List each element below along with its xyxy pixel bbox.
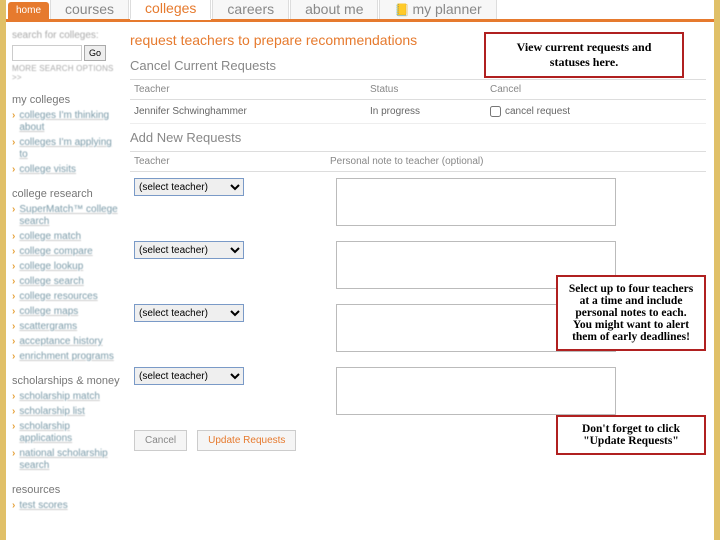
sidebar-item[interactable]: › scholarship applications	[12, 421, 120, 445]
sidebar-group-college-research: college research › SuperMatch™ college se…	[12, 188, 120, 363]
sidebar-item[interactable]: › college resources	[12, 291, 120, 303]
col-cancel: Cancel	[490, 84, 706, 95]
nav-courses[interactable]: courses	[50, 0, 129, 19]
sidebar-item-label: scholarship list	[19, 406, 85, 418]
sidebar-item-label: college match	[19, 231, 81, 243]
cancel-request-checkbox[interactable]	[490, 106, 501, 117]
sidebar-heading: scholarships & money	[12, 375, 120, 387]
sidebar-item-label: college resources	[19, 291, 97, 303]
col-teacher: Teacher	[130, 84, 370, 95]
sidebar-item-label: national scholarship search	[19, 448, 120, 472]
sidebar-item-label: college visits	[19, 164, 76, 176]
sidebar-item[interactable]: › scholarship match	[12, 391, 120, 403]
cancel-button[interactable]: Cancel	[134, 430, 187, 451]
chevron-icon: ›	[12, 336, 15, 348]
sidebar-item[interactable]: › enrichment programs	[12, 351, 120, 363]
nav-my-planner[interactable]: my planner	[379, 0, 496, 19]
chevron-icon: ›	[12, 448, 15, 460]
sidebar-item[interactable]: › test scores	[12, 500, 120, 512]
college-search-input[interactable]	[12, 45, 82, 61]
chevron-icon: ›	[12, 110, 15, 122]
sidebar-group-scholarships: scholarships & money ›scholarship match …	[12, 375, 120, 472]
search-label: search for colleges:	[12, 30, 120, 41]
sidebar-item-label: college search	[19, 276, 83, 288]
top-nav: home courses colleges careers about me m…	[6, 0, 714, 22]
sidebar-item[interactable]: › acceptance history	[12, 336, 120, 348]
sidebar-item-label: enrichment programs	[19, 351, 113, 363]
nav-about-me[interactable]: about me	[290, 0, 378, 19]
sidebar-item-label: college compare	[19, 246, 92, 258]
sidebar-item[interactable]: › college lookup	[12, 261, 120, 273]
sidebar-item-label: scholarship applications	[19, 421, 120, 445]
sidebar-item[interactable]: › college match	[12, 231, 120, 243]
chevron-icon: ›	[12, 351, 15, 363]
sidebar-item-label: scholarship match	[19, 391, 100, 403]
chevron-icon: ›	[12, 321, 15, 333]
sidebar-item[interactable]: › scattergrams	[12, 321, 120, 333]
teacher-select-3[interactable]: (select teacher)	[134, 304, 244, 322]
chevron-icon: ›	[12, 391, 15, 403]
home-tab[interactable]: home	[8, 2, 49, 19]
sidebar-item-label: college lookup	[19, 261, 83, 273]
sidebar-item[interactable]: › college compare	[12, 246, 120, 258]
go-button[interactable]: Go	[84, 45, 106, 61]
cancel-request-label: cancel request	[505, 106, 570, 117]
sidebar-item[interactable]: › colleges I'm thinking about	[12, 110, 120, 134]
chevron-icon: ›	[12, 137, 15, 149]
sidebar-item[interactable]: › national scholarship search	[12, 448, 120, 472]
teacher-note-4[interactable]	[336, 367, 616, 415]
sidebar: search for colleges: Go MORE SEARCH OPTI…	[6, 22, 126, 523]
teacher-note-1[interactable]	[336, 178, 616, 226]
sidebar-item[interactable]: › SuperMatch™ college search	[12, 204, 120, 228]
sidebar-heading: my colleges	[12, 94, 120, 106]
sidebar-group-resources: resources › test scores	[12, 484, 120, 512]
more-search-options-link[interactable]: MORE SEARCH OPTIONS >>	[12, 64, 120, 82]
callout-select-teachers: Select up to four teachers at a time and…	[556, 275, 706, 351]
sidebar-item-label: college maps	[19, 306, 78, 318]
sidebar-heading: college research	[12, 188, 120, 200]
chevron-icon: ›	[12, 164, 15, 176]
sidebar-item[interactable]: › college search	[12, 276, 120, 288]
chevron-icon: ›	[12, 204, 15, 216]
chevron-icon: ›	[12, 406, 15, 418]
col-note: Personal note to teacher (optional)	[330, 156, 706, 167]
chevron-icon: ›	[12, 291, 15, 303]
update-requests-button[interactable]: Update Requests	[197, 430, 296, 451]
sidebar-item[interactable]: › colleges I'm applying to	[12, 137, 120, 161]
callout-view-requests: View current requests and statuses here.	[484, 32, 684, 78]
current-request-row: Jennifer Schwinghammer In progress cance…	[130, 100, 706, 124]
row-teacher: Jennifer Schwinghammer	[130, 106, 370, 117]
sidebar-item-label: test scores	[19, 500, 67, 512]
col-teacher: Teacher	[130, 156, 330, 167]
add-request-row: (select teacher)	[130, 172, 706, 235]
sidebar-item-label: acceptance history	[19, 336, 102, 348]
teacher-select-2[interactable]: (select teacher)	[134, 241, 244, 259]
sidebar-item-label: SuperMatch™ college search	[19, 204, 120, 228]
nav-colleges[interactable]: colleges	[130, 0, 211, 20]
chevron-icon: ›	[12, 276, 15, 288]
sidebar-item-label: colleges I'm applying to	[19, 137, 120, 161]
row-status: In progress	[370, 106, 490, 117]
sidebar-item[interactable]: › college maps	[12, 306, 120, 318]
teacher-select-1[interactable]: (select teacher)	[134, 178, 244, 196]
callout-update-requests: Don't forget to click "Update Requests"	[556, 415, 706, 455]
chevron-icon: ›	[12, 261, 15, 273]
chevron-icon: ›	[12, 246, 15, 258]
nav-careers[interactable]: careers	[212, 0, 289, 19]
sidebar-item-label: colleges I'm thinking about	[19, 110, 120, 134]
col-status: Status	[370, 84, 490, 95]
sidebar-heading: resources	[12, 484, 120, 496]
current-requests-header: Teacher Status Cancel	[130, 79, 706, 100]
sidebar-group-my-colleges: my colleges › colleges I'm thinking about…	[12, 94, 120, 176]
chevron-icon: ›	[12, 231, 15, 243]
teacher-select-4[interactable]: (select teacher)	[134, 367, 244, 385]
sidebar-item[interactable]: › college visits	[12, 164, 120, 176]
add-requests-header: Teacher Personal note to teacher (option…	[130, 151, 706, 172]
chevron-icon: ›	[12, 306, 15, 318]
add-section-title: Add New Requests	[130, 130, 706, 145]
sidebar-item-label: scattergrams	[19, 321, 77, 333]
chevron-icon: ›	[12, 421, 15, 433]
sidebar-item[interactable]: › scholarship list	[12, 406, 120, 418]
chevron-icon: ›	[12, 500, 15, 512]
